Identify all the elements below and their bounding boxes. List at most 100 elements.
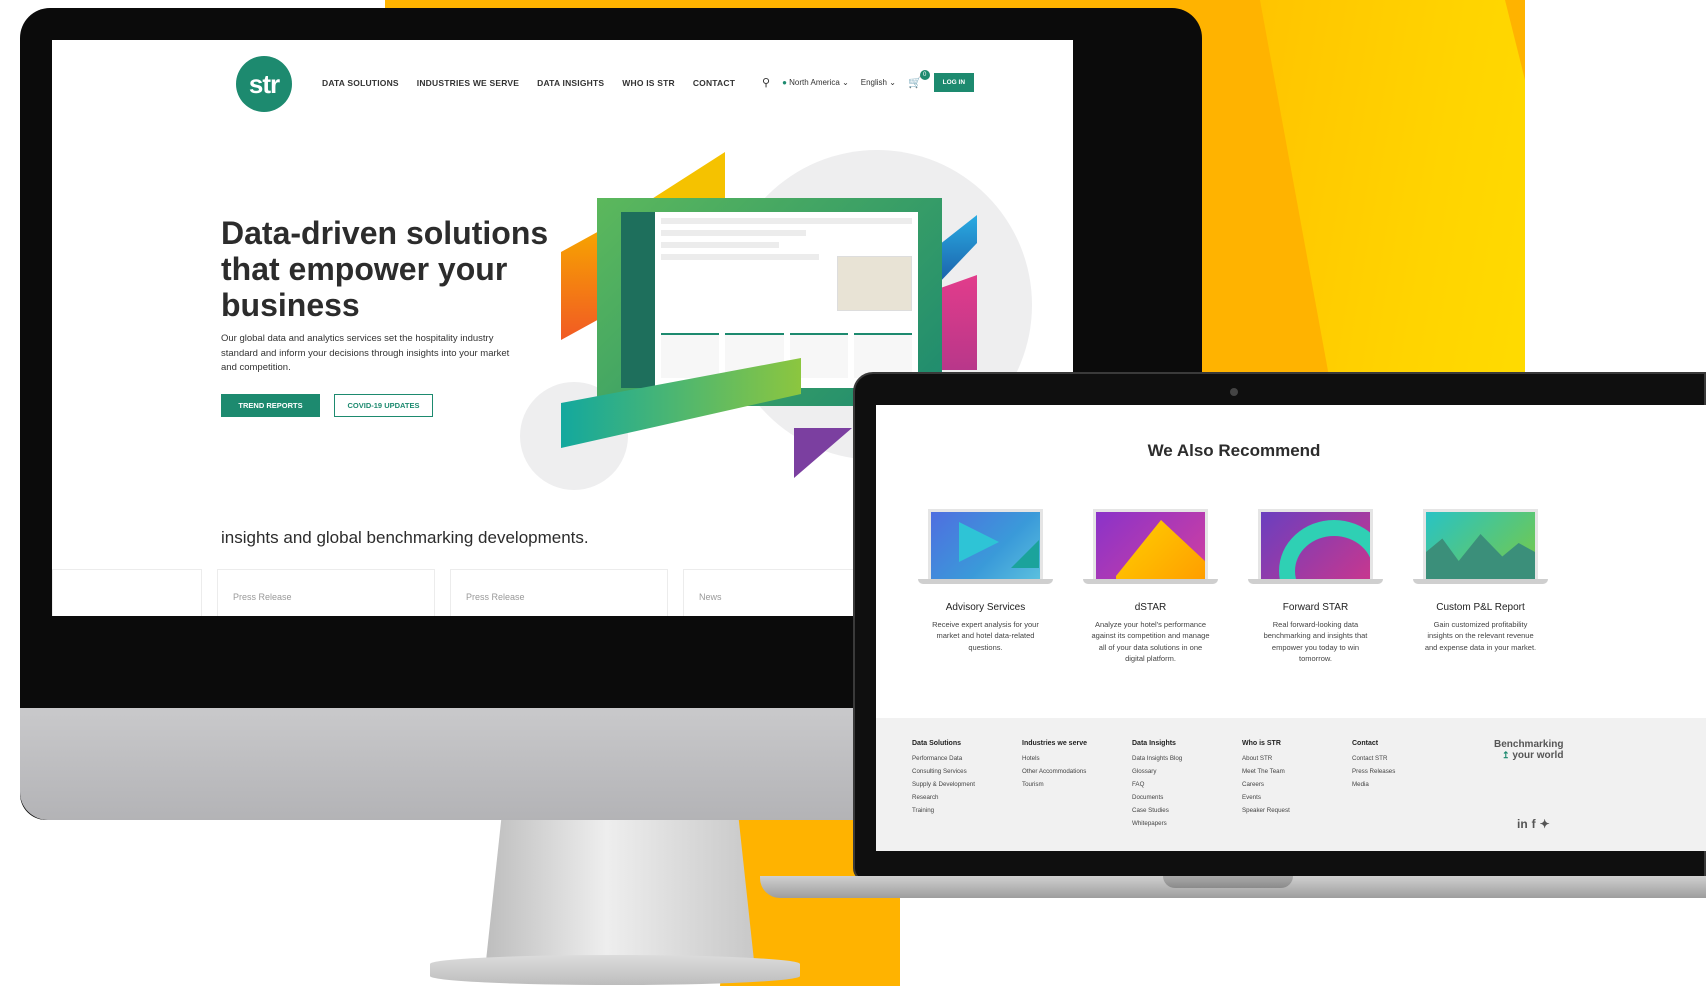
footer-heading: Industries we serve [1022, 740, 1087, 747]
footer-col-data-solutions: Data Solutions Performance Data Consulti… [912, 740, 984, 833]
product-desc: Real forward-looking data benchmarking a… [1263, 620, 1368, 663]
decor-triangle-yellow [647, 152, 725, 202]
product-name: Custom P&L Report [1436, 602, 1525, 613]
trend-reports-button[interactable]: TREND REPORTS [221, 394, 320, 417]
press-card[interactable] [52, 569, 202, 616]
site-footer: Data Solutions Performance Data Consulti… [876, 718, 1706, 851]
nav-who-is-str[interactable]: WHO IS STR [622, 78, 675, 88]
nav-contact[interactable]: CONTACT [693, 78, 735, 88]
footer-link[interactable]: Performance Data [912, 755, 984, 762]
laptop-screen: We Also Recommend Advisory Services Rece… [876, 405, 1706, 851]
logo-text: str [248, 68, 280, 99]
footer-heading: Who is STR [1242, 740, 1281, 747]
marketing-composition: str DATA SOLUTIONS INDUSTRIES WE SERVE D… [0, 0, 1706, 986]
camera-icon [1230, 388, 1238, 396]
product-desc: Analyze your hotel's performance against… [1091, 620, 1210, 663]
background-white-edge [1525, 0, 1706, 420]
twitter-icon[interactable]: ✦ [1540, 817, 1550, 831]
footer-link[interactable]: Press Releases [1352, 768, 1424, 775]
footer-link[interactable]: Research [912, 794, 984, 801]
dashboard-map [837, 256, 912, 311]
dashboard-window [621, 212, 918, 388]
footer-col-industries: Industries we serve Hotels Other Accommo… [1022, 740, 1094, 833]
footer-link[interactable]: Consulting Services [912, 768, 984, 775]
arrow-up-icon: ↥ [1502, 749, 1510, 760]
press-card[interactable]: Press Release [450, 569, 668, 616]
decor-bar-orange [561, 230, 601, 340]
footer-link[interactable]: Contact STR [1352, 755, 1424, 762]
forward-star-illustration [1258, 509, 1373, 579]
language-label: English [860, 78, 888, 87]
footer-link[interactable]: About STR [1242, 755, 1314, 762]
footer-link[interactable]: Case Studies [1132, 807, 1204, 814]
press-heading: insights and global benchmarking develop… [221, 528, 589, 547]
footer-link[interactable]: Meet The Team [1242, 768, 1314, 775]
product-card[interactable]: Advisory Services Receive expert analysi… [918, 509, 1053, 664]
laptop-base-icon [918, 579, 1053, 584]
nav-industries[interactable]: INDUSTRIES WE SERVE [417, 78, 519, 88]
product-name: Advisory Services [945, 602, 1026, 613]
footer-heading: Data Insights [1132, 740, 1176, 747]
product-desc: Receive expert analysis for your market … [932, 620, 1039, 652]
hero-title: Data-driven solutions that empower your … [221, 215, 549, 323]
laptop-base-icon [1413, 579, 1548, 584]
footer-link[interactable]: Glossary [1132, 768, 1204, 775]
footer-link[interactable]: Careers [1242, 781, 1314, 788]
footer-link[interactable]: Training [912, 807, 984, 814]
footer-link[interactable]: Other Accommodations [1022, 768, 1094, 775]
login-button[interactable]: LOG IN [933, 73, 975, 92]
nav-data-insights[interactable]: DATA INSIGHTS [537, 78, 604, 88]
product-desc: Gain customized profitability insights o… [1424, 620, 1537, 652]
product-card[interactable]: Forward STAR Real forward-looking data b… [1248, 509, 1383, 664]
str-logo[interactable]: str [236, 56, 292, 112]
region-selector[interactable]: ● North America ⌄ [782, 78, 849, 87]
laptop-notch [1163, 876, 1293, 888]
facebook-icon[interactable]: f [1532, 817, 1536, 831]
language-selector[interactable]: English ⌄ [861, 78, 896, 87]
dstar-illustration [1093, 509, 1208, 579]
footer-link[interactable]: Data Insights Blog [1132, 755, 1204, 762]
footer-link[interactable]: FAQ [1132, 781, 1204, 788]
footer-link[interactable]: Hotels [1022, 755, 1094, 762]
region-label: North America [789, 78, 840, 87]
tagline-line-2: ↥ your world [1482, 749, 1563, 762]
laptop-base-icon [1248, 579, 1383, 584]
product-name: dSTAR [1134, 602, 1167, 613]
dashboard-row [661, 254, 819, 260]
press-cards: Press Release Press Release News [52, 569, 901, 616]
footer-col-contact: Contact Contact STR Press Releases Media [1352, 740, 1424, 833]
product-card[interactable]: Custom P&L Report Gain customized profit… [1413, 509, 1548, 664]
decor-bar-pink [937, 275, 977, 370]
advisory-illustration [928, 509, 1043, 579]
recommend-title: We Also Recommend [1147, 441, 1321, 460]
search-icon[interactable]: ⚲ [762, 76, 770, 89]
footer-link[interactable]: Tourism [1022, 781, 1094, 788]
footer-link[interactable]: Events [1242, 794, 1314, 801]
footer-link[interactable]: Speaker Request [1242, 807, 1314, 814]
press-card[interactable]: Press Release [217, 569, 435, 616]
cart-icon[interactable]: 🛒 0 [908, 70, 930, 89]
imac-stand [485, 820, 755, 970]
footer-heading: Data Solutions [912, 740, 962, 747]
covid-updates-button[interactable]: COVID-19 UPDATES [334, 394, 433, 417]
product-list: Advisory Services Receive expert analysi… [918, 509, 1548, 664]
laptop-frame: We Also Recommend Advisory Services Rece… [853, 372, 1706, 882]
utility-nav: ⚲ ● North America ⌄ English ⌄ 🛒 0 LOG IN [762, 70, 975, 92]
footer-link[interactable]: Media [1352, 781, 1424, 788]
nav-data-solutions[interactable]: DATA SOLUTIONS [322, 78, 399, 88]
chevron-down-icon: ⌄ [842, 78, 849, 87]
dashboard-row [661, 218, 912, 224]
product-name: Forward STAR [1282, 602, 1349, 613]
pl-report-illustration [1423, 509, 1538, 579]
chevron-down-icon: ⌄ [889, 78, 896, 87]
dashboard-row [661, 230, 806, 236]
footer-link[interactable]: Supply & Development [912, 781, 984, 788]
linkedin-icon[interactable]: in [1517, 817, 1528, 831]
footer-link[interactable]: Whitepapers [1132, 820, 1204, 827]
footer-link[interactable]: Documents [1132, 794, 1204, 801]
hero-text: Our global data and analytics services s… [221, 333, 510, 374]
social-links: in f ✦ [1517, 817, 1550, 831]
footer-col-who-is-str: Who is STR About STR Meet The Team Caree… [1242, 740, 1314, 833]
product-card[interactable]: dSTAR Analyze your hotel's performance a… [1083, 509, 1218, 664]
dashboard-row [661, 242, 780, 248]
